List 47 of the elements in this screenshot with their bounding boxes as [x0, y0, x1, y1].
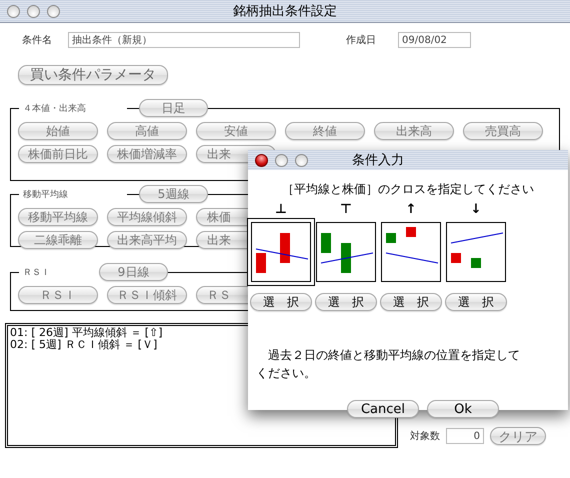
parameter-button[interactable]: 買い条件パラメータ — [18, 65, 168, 85]
indicator-button[interactable]: 高値 — [107, 122, 187, 140]
date-field[interactable]: 09/08/02 — [398, 32, 471, 48]
indicator-button[interactable]: 安値 — [196, 122, 276, 140]
cross-symbol: ↑ — [406, 201, 416, 219]
dialog-title: 条件入力 — [351, 152, 405, 169]
indicator-button[interactable]: ＲＳＩ傾斜 — [107, 286, 187, 304]
indicator-button[interactable]: 終値 — [285, 122, 365, 140]
field-label: 作成日 — [346, 34, 377, 47]
minimize-button[interactable] — [275, 154, 288, 166]
indicator-button[interactable]: 二線乖離 — [18, 231, 98, 249]
prompt-text: ［平均線と株価］のクロスを指定してください — [281, 181, 535, 198]
indicator-button[interactable]: 株価前日比 — [18, 145, 98, 163]
select-button[interactable]: 選 択 — [315, 293, 377, 311]
select-button[interactable]: 選 択 — [380, 293, 442, 311]
select-button[interactable]: 選 択 — [445, 293, 507, 311]
window-title: 銘柄抽出条件設定 — [232, 3, 338, 20]
group-label: 移動平均線 — [19, 188, 127, 201]
period-button[interactable]: 9日線 — [99, 263, 168, 281]
count-field[interactable]: 0 — [446, 428, 484, 444]
indicator-button[interactable]: 出来高 — [374, 122, 454, 140]
period-button[interactable]: 日足 — [139, 99, 208, 117]
dialog-button[interactable]: Cancel — [347, 400, 419, 418]
indicator-button[interactable]: 移動平均線 — [18, 208, 98, 226]
option-frame[interactable] — [247, 218, 315, 286]
period-button[interactable]: 5週線 — [139, 185, 208, 203]
indicator-button[interactable]: ＲＳＩ — [18, 286, 98, 304]
name-field[interactable]: 抽出条件（新規） — [68, 32, 300, 48]
field-label: 条件名 — [22, 34, 53, 47]
cross-symbol: ↓ — [470, 201, 482, 219]
indicator-button[interactable]: 売買高 — [463, 122, 543, 140]
indicator-button[interactable]: 始値 — [18, 122, 98, 140]
indicator-button[interactable]: 出来高平均 — [107, 231, 187, 249]
cross-symbol: ⊥ — [275, 201, 287, 219]
dialog-button[interactable]: Ok — [427, 400, 499, 418]
instruction-text: 過去２日の終値と移動平均線の位置を指定してください。 — [256, 347, 521, 382]
indicator-button[interactable]: 株価増減率 — [107, 145, 187, 163]
zoom-button[interactable] — [295, 154, 308, 166]
indicator-button[interactable]: 平均線傾斜 — [107, 208, 187, 226]
zoom-button[interactable] — [47, 4, 60, 18]
count-label: 対象数 — [410, 430, 440, 443]
group-label: ４本値・出来高 — [19, 102, 127, 115]
cross-symbol: ⊤ — [340, 201, 352, 219]
close-button[interactable] — [255, 154, 268, 166]
clear-button[interactable]: クリア — [490, 427, 546, 445]
minimize-button[interactable] — [27, 4, 40, 18]
select-button[interactable]: 選 択 — [250, 293, 312, 311]
